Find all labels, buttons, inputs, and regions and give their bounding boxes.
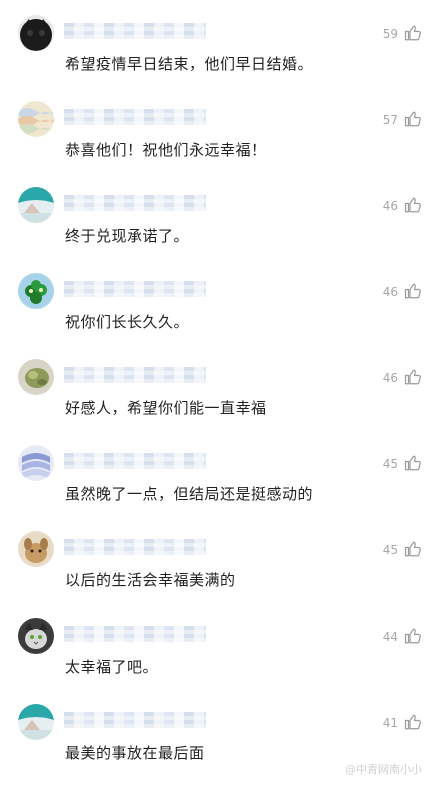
thumbs-up-icon[interactable]: [404, 282, 422, 300]
comment-text: 太幸福了吧。: [65, 658, 159, 676]
comment-item: 45 虽然晚了一点，但结局还是挺感动的: [0, 445, 440, 531]
username-blurred[interactable]: [64, 712, 206, 728]
username-blurred[interactable]: [64, 453, 206, 469]
thumbs-up-icon[interactable]: [404, 368, 422, 386]
like-count: 46: [382, 199, 398, 213]
comment-text: 虽然晚了一点，但结局还是挺感动的: [65, 485, 314, 503]
username-blurred[interactable]: [64, 539, 206, 555]
comment-text: 希望疫情早日结束，他们早日结婚。: [65, 55, 314, 73]
like-count: 59: [382, 27, 398, 41]
username-blurred[interactable]: [64, 367, 206, 383]
username-blurred[interactable]: [64, 109, 206, 125]
user-avatar[interactable]: [18, 101, 54, 137]
watermark-text: @中青网南小小: [345, 763, 422, 776]
comment-item: 41 最美的事放在最后面: [0, 704, 440, 790]
like-count: 57: [382, 113, 398, 127]
comment-item: 59 希望疫情早日结束，他们早日结婚。: [0, 15, 440, 101]
user-avatar[interactable]: [18, 187, 54, 223]
comment-feed: 59 希望疫情早日结束，他们早日结婚。 57 恭喜他们！祝他们永远幸福！ 46 …: [0, 0, 440, 783]
user-avatar[interactable]: [18, 445, 54, 481]
like-count: 45: [382, 543, 398, 557]
user-avatar[interactable]: [18, 273, 54, 309]
username-blurred[interactable]: [64, 23, 206, 39]
comment-text: 最美的事放在最后面: [65, 744, 205, 762]
comment-item: 45 以后的生活会幸福美满的: [0, 531, 440, 617]
thumbs-up-icon[interactable]: [404, 24, 422, 42]
comment-text: 好感人，希望你们能一直幸福: [65, 399, 267, 417]
thumbs-up-icon[interactable]: [404, 627, 422, 645]
thumbs-up-icon[interactable]: [404, 196, 422, 214]
like-count: 45: [382, 457, 398, 471]
comment-item: 46 终于兑现承诺了。: [0, 187, 440, 273]
like-count: 41: [382, 716, 398, 730]
comment-text: 祝你们长长久久。: [65, 313, 190, 331]
like-count: 44: [382, 630, 398, 644]
comment-item: 57 恭喜他们！祝他们永远幸福！: [0, 101, 440, 187]
comment-text: 终于兑现承诺了。: [65, 227, 190, 245]
comment-item: 46 祝你们长长久久。: [0, 273, 440, 359]
comment-item: 44 太幸福了吧。: [0, 618, 440, 704]
like-count: 46: [382, 371, 398, 385]
user-avatar[interactable]: [18, 704, 54, 740]
comment-text: 以后的生活会幸福美满的: [65, 571, 236, 589]
thumbs-up-icon[interactable]: [404, 540, 422, 558]
username-blurred[interactable]: [64, 195, 206, 211]
comment-item: 46 好感人，希望你们能一直幸福: [0, 359, 440, 445]
like-count: 46: [382, 285, 398, 299]
user-avatar[interactable]: [18, 15, 54, 51]
comment-text: 恭喜他们！祝他们永远幸福！: [65, 141, 267, 159]
username-blurred[interactable]: [64, 626, 206, 642]
user-avatar[interactable]: [18, 359, 54, 395]
thumbs-up-icon[interactable]: [404, 110, 422, 128]
thumbs-up-icon[interactable]: [404, 454, 422, 472]
username-blurred[interactable]: [64, 281, 206, 297]
user-avatar[interactable]: [18, 531, 54, 567]
thumbs-up-icon[interactable]: [404, 713, 422, 731]
user-avatar[interactable]: [18, 618, 54, 654]
